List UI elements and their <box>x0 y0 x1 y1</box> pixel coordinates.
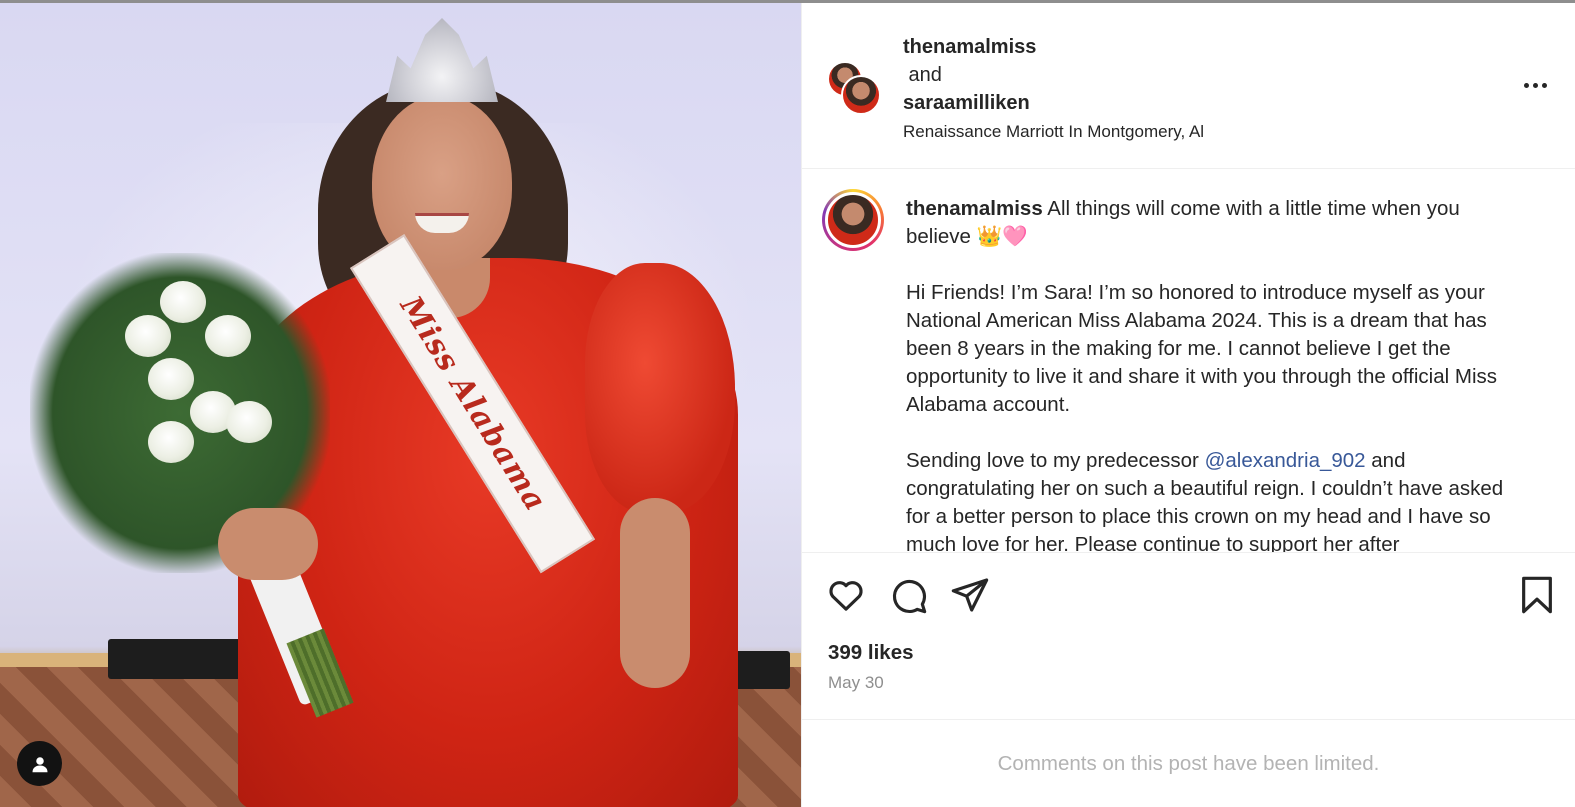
rose <box>148 421 194 463</box>
header-username-1[interactable]: thenamalmiss <box>903 33 1204 61</box>
caption-first-line: thenamalmiss All things will come with a… <box>906 195 1526 251</box>
post-details-panel: thenamalmiss and saraamilliken Renaissan… <box>801 3 1575 807</box>
save-button[interactable] <box>1517 575 1557 615</box>
header-text: thenamalmiss and saraamilliken Renaissan… <box>903 33 1204 147</box>
post-modal: Miss Alabama thenamalmiss and saraamilli… <box>0 3 1575 807</box>
comment-icon <box>892 579 927 614</box>
post-date[interactable]: May 30 <box>828 673 884 693</box>
heart-icon <box>829 581 863 611</box>
avatar[interactable] <box>841 75 881 115</box>
mention-link[interactable]: @alexandria_902 <box>1205 449 1366 472</box>
rose <box>226 401 272 443</box>
collab-avatars[interactable] <box>827 61 887 117</box>
gown-sleeve <box>585 263 735 513</box>
caption-scroll-area[interactable]: thenamalmiss All things will come with a… <box>802 169 1575 552</box>
rose <box>160 281 206 323</box>
rose <box>125 315 171 357</box>
header-joiner: and <box>903 64 942 86</box>
user-tag-icon <box>32 756 47 772</box>
caption-avatar[interactable] <box>822 189 884 251</box>
caption: thenamalmiss All things will come with a… <box>906 195 1526 552</box>
location-link[interactable]: Renaissance Marriott In Montgomery, Al <box>903 117 1204 147</box>
caption-username[interactable]: thenamalmiss <box>906 197 1043 220</box>
more-icon <box>1541 82 1547 88</box>
rose <box>205 315 251 357</box>
caption-paragraph: Sending love to my predecessor @alexandr… <box>906 447 1526 552</box>
more-icon <box>1532 82 1538 88</box>
header-username-2[interactable]: saraamilliken <box>903 89 1204 117</box>
action-bar: 399 likes May 30 <box>802 552 1575 720</box>
likes-count[interactable]: 399 likes <box>828 641 914 665</box>
more-icon <box>1523 82 1529 88</box>
stage-light-left <box>108 639 248 679</box>
comment-button[interactable] <box>888 575 928 615</box>
like-button[interactable] <box>826 575 866 615</box>
bookmark-icon <box>1522 576 1552 614</box>
rose <box>148 358 194 400</box>
share-button[interactable] <box>950 575 990 615</box>
user-tag-button[interactable] <box>17 741 62 786</box>
caption-text: Sending love to my predecessor <box>906 449 1205 472</box>
crown <box>386 18 498 102</box>
post-header: thenamalmiss and saraamilliken Renaissan… <box>802 3 1575 169</box>
person-hand <box>218 508 318 580</box>
post-image[interactable]: Miss Alabama <box>0 3 801 807</box>
send-icon <box>951 578 989 612</box>
avatar <box>825 192 881 248</box>
comments-limited-notice: Comments on this post have been limited. <box>997 751 1380 775</box>
person-arm <box>620 498 690 688</box>
caption-paragraph: Hi Friends! I’m Sara! I’m so honored to … <box>906 281 1498 416</box>
more-options-button[interactable] <box>1517 73 1553 97</box>
